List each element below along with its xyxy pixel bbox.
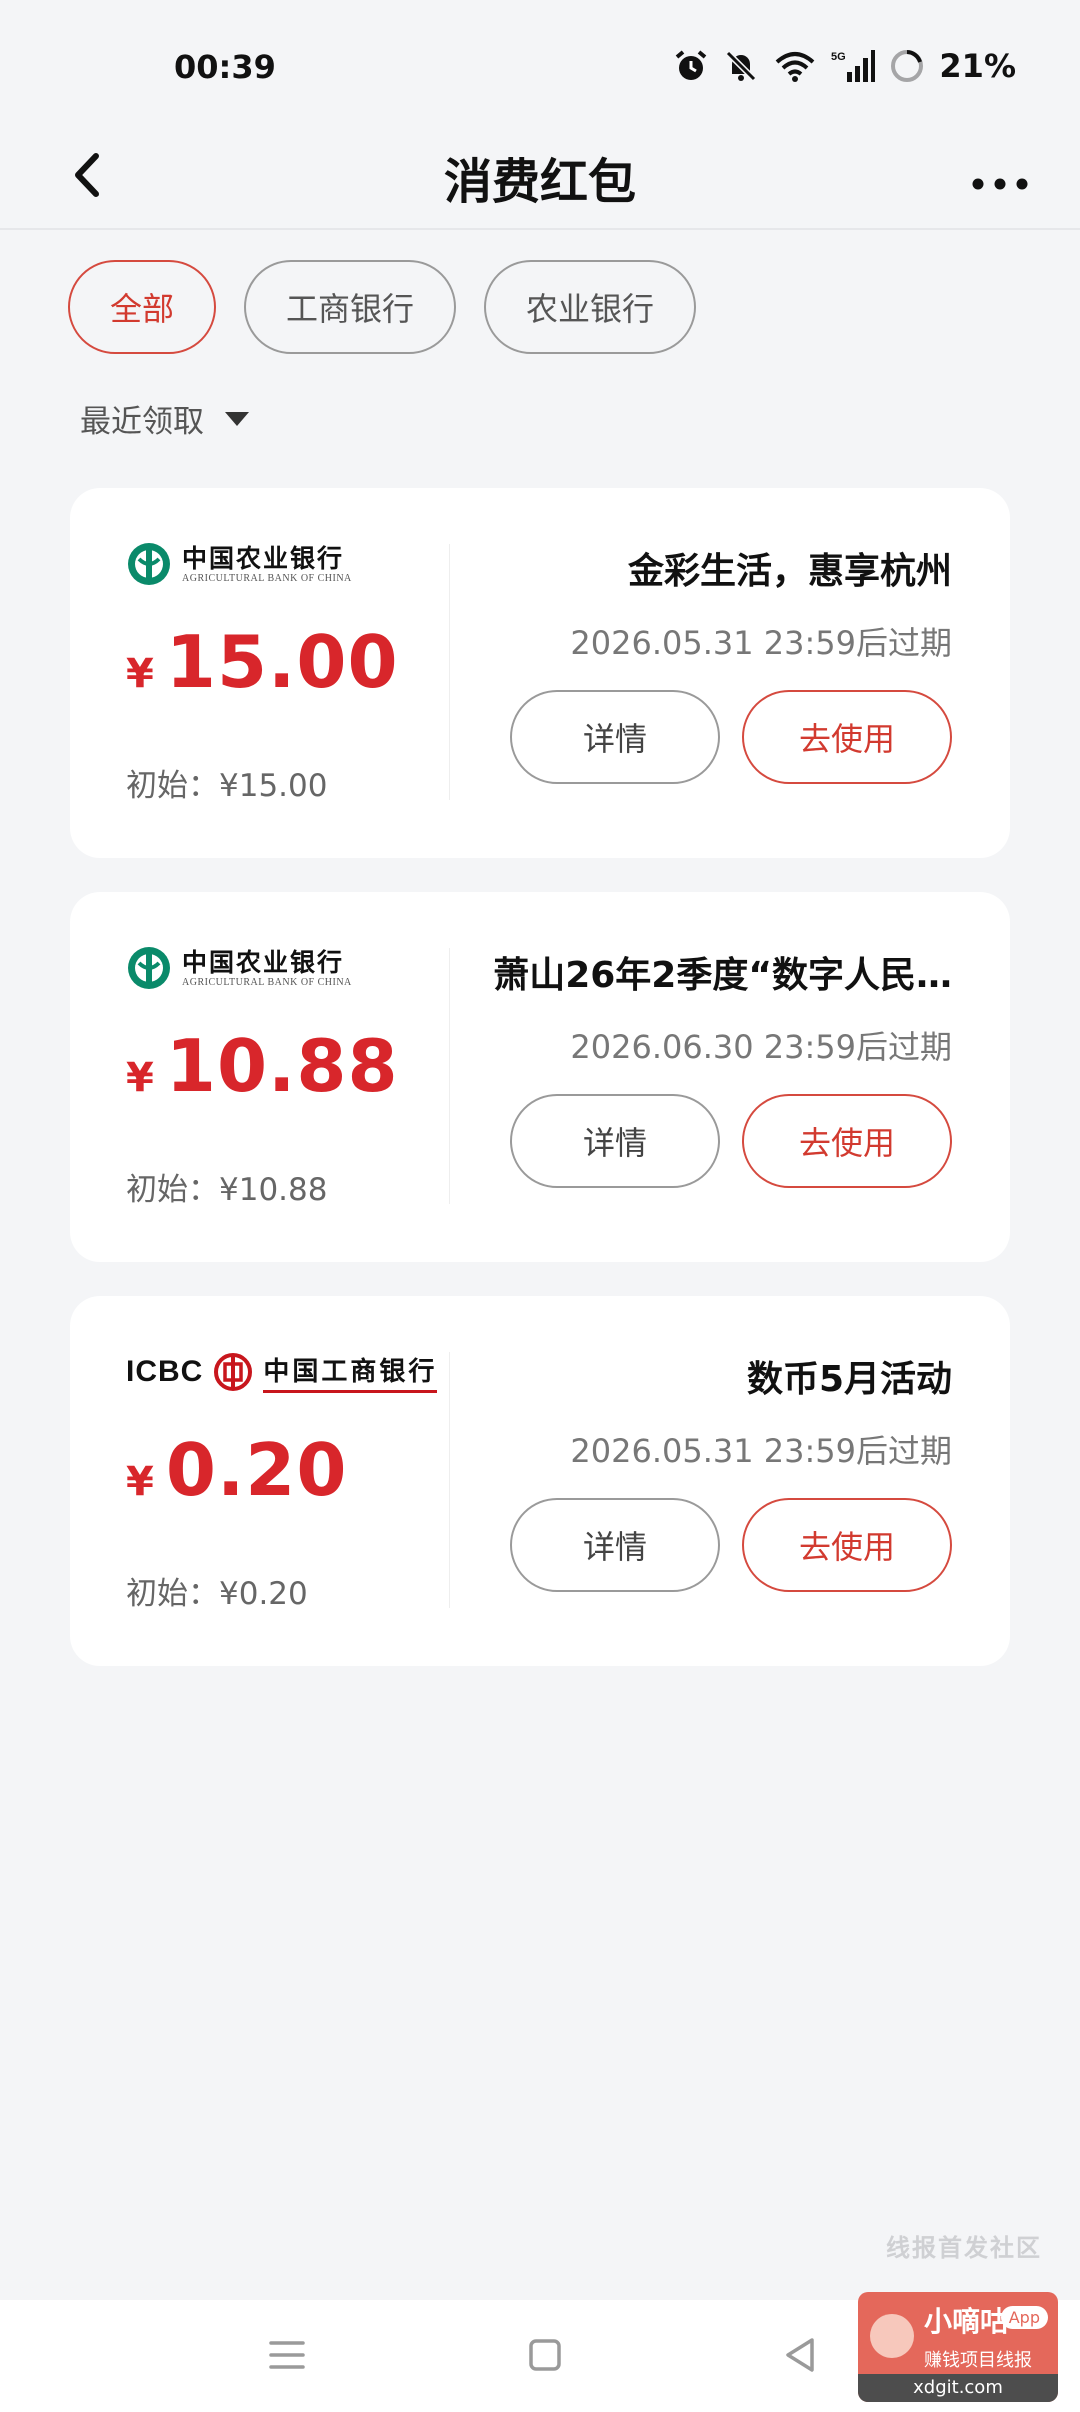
menu-icon[interactable] — [262, 2330, 312, 2380]
bank-name-latin: ICBC — [126, 1355, 204, 1388]
card-right: 萧山26年2季度“数字人民… 2026.06.30 23:59后过期 详情 去使… — [472, 942, 952, 1222]
bank-name-cn: 中国农业银行 — [182, 947, 345, 977]
abc-logo: 中国农业银行 AGRICULTURAL BANK OF CHINA — [126, 942, 456, 994]
promo-title: 萧山26年2季度“数字人民… — [493, 955, 952, 996]
more-button[interactable] — [960, 140, 1040, 210]
card-divider — [449, 948, 450, 1204]
amount-value: 15.00 — [165, 620, 399, 704]
currency-symbol: ¥ — [126, 1055, 154, 1101]
promo-title: 数币5月活动 — [746, 1359, 952, 1400]
card-actions: 详情 去使用 — [510, 1498, 952, 1592]
amount: ¥ 10.88 — [126, 1024, 399, 1108]
header-divider — [0, 228, 1080, 230]
amount: ¥ 0.20 — [126, 1428, 348, 1512]
bank-name-cn: 中国农业银行 — [182, 543, 345, 573]
detail-button[interactable]: 详情 — [510, 1094, 720, 1188]
card-left: ICBC 中国工商银行 ¥ 0.20 初始：¥0.20 — [126, 1346, 456, 1626]
bank-name-en: AGRICULTURAL BANK OF CHINA — [182, 976, 352, 988]
status-bar: 00:39 5G 21% — [0, 0, 1080, 140]
filter-chip-icbc[interactable]: 工商银行 — [244, 260, 457, 354]
currency-symbol: ¥ — [126, 651, 154, 697]
bank-name-cn: 中国工商银行 — [263, 1351, 438, 1393]
card-divider — [449, 1352, 450, 1608]
mute-bell-icon — [726, 50, 757, 82]
badge-url: xdgit.com — [858, 2374, 1058, 2402]
red-packet-card: 中国农业银行 AGRICULTURAL BANK OF CHINA ¥ 10.8… — [70, 892, 1010, 1262]
initial-amount: 初始：¥10.88 — [126, 1172, 328, 1208]
filter-bar: 全部 工商银行 农业银行 — [68, 260, 697, 354]
mascot-icon — [870, 2314, 914, 2358]
page-title: 消费红包 — [443, 154, 636, 210]
initial-amount: 初始：¥0.20 — [126, 1576, 308, 1612]
caret-down-icon — [225, 411, 249, 426]
back-triangle-icon[interactable] — [776, 2330, 826, 2380]
card-actions: 详情 去使用 — [510, 1094, 952, 1188]
badge-app-tag: App — [1000, 2306, 1048, 2329]
alarm-icon — [676, 50, 707, 80]
abc-logo: 中国农业银行 AGRICULTURAL BANK OF CHINA — [126, 538, 456, 590]
svg-text:5G: 5G — [831, 51, 846, 63]
initial-amount: 初始：¥15.00 — [126, 768, 328, 804]
battery-percent: 21% — [939, 47, 1016, 85]
filter-chip-all[interactable]: 全部 — [68, 260, 217, 354]
abc-emblem-icon — [128, 543, 170, 585]
amount-value: 10.88 — [165, 1024, 399, 1108]
abc-emblem-icon — [128, 947, 170, 989]
promo-title: 金彩生活，惠享杭州 — [627, 551, 952, 592]
wifi-icon — [776, 52, 815, 82]
badge-title: 小嘀咕 — [924, 2305, 1009, 2338]
card-right: 数币5月活动 2026.05.31 23:59后过期 详情 去使用 — [472, 1346, 952, 1626]
amount-value: 0.20 — [165, 1428, 348, 1512]
badge-subtitle: 赚钱项目线报 — [924, 2350, 1032, 2371]
sort-dropdown[interactable]: 最近领取 — [80, 396, 250, 441]
status-time: 00:39 — [174, 48, 276, 86]
card-left: 中国农业银行 AGRICULTURAL BANK OF CHINA ¥ 15.0… — [126, 538, 456, 818]
red-packet-card: ICBC 中国工商银行 ¥ 0.20 初始：¥0.20 数币5月活动 2026.… — [70, 1296, 1010, 1666]
sort-label: 最近领取 — [80, 404, 204, 440]
use-button[interactable]: 去使用 — [742, 1094, 952, 1188]
card-left: 中国农业银行 AGRICULTURAL BANK OF CHINA ¥ 10.8… — [126, 942, 456, 1222]
bank-name-en: AGRICULTURAL BANK OF CHINA — [182, 572, 352, 584]
status-icons: 5G 21% — [673, 44, 1016, 88]
5g-signal-icon: 5G — [831, 50, 876, 82]
more-dots-icon — [972, 178, 1028, 190]
card-divider — [449, 544, 450, 800]
card-actions: 详情 去使用 — [510, 690, 952, 784]
expiry-text: 2026.06.30 23:59后过期 — [570, 1028, 952, 1066]
watermark-text: 线报首发社区 — [886, 2234, 1042, 2262]
nav-bar: 消费红包 — [0, 120, 1080, 230]
battery-ring-icon — [891, 50, 924, 82]
currency-symbol: ¥ — [126, 1459, 154, 1505]
icbc-emblem-icon — [214, 1353, 253, 1391]
card-right: 金彩生活，惠享杭州 2026.05.31 23:59后过期 详情 去使用 — [472, 538, 952, 818]
amount: ¥ 15.00 — [126, 620, 399, 704]
home-square-icon[interactable] — [520, 2330, 570, 2380]
expiry-text: 2026.05.31 23:59后过期 — [570, 624, 952, 662]
use-button[interactable]: 去使用 — [742, 690, 952, 784]
icbc-logo: ICBC 中国工商银行 — [126, 1346, 456, 1398]
watermark-badge: 小嘀咕 App 赚钱项目线报 xdgit.com — [858, 2292, 1058, 2402]
detail-button[interactable]: 详情 — [510, 1498, 720, 1592]
use-button[interactable]: 去使用 — [742, 1498, 952, 1592]
detail-button[interactable]: 详情 — [510, 690, 720, 784]
filter-chip-abc[interactable]: 农业银行 — [484, 260, 697, 354]
expiry-text: 2026.05.31 23:59后过期 — [570, 1432, 952, 1470]
red-packet-card: 中国农业银行 AGRICULTURAL BANK OF CHINA ¥ 15.0… — [70, 488, 1010, 858]
